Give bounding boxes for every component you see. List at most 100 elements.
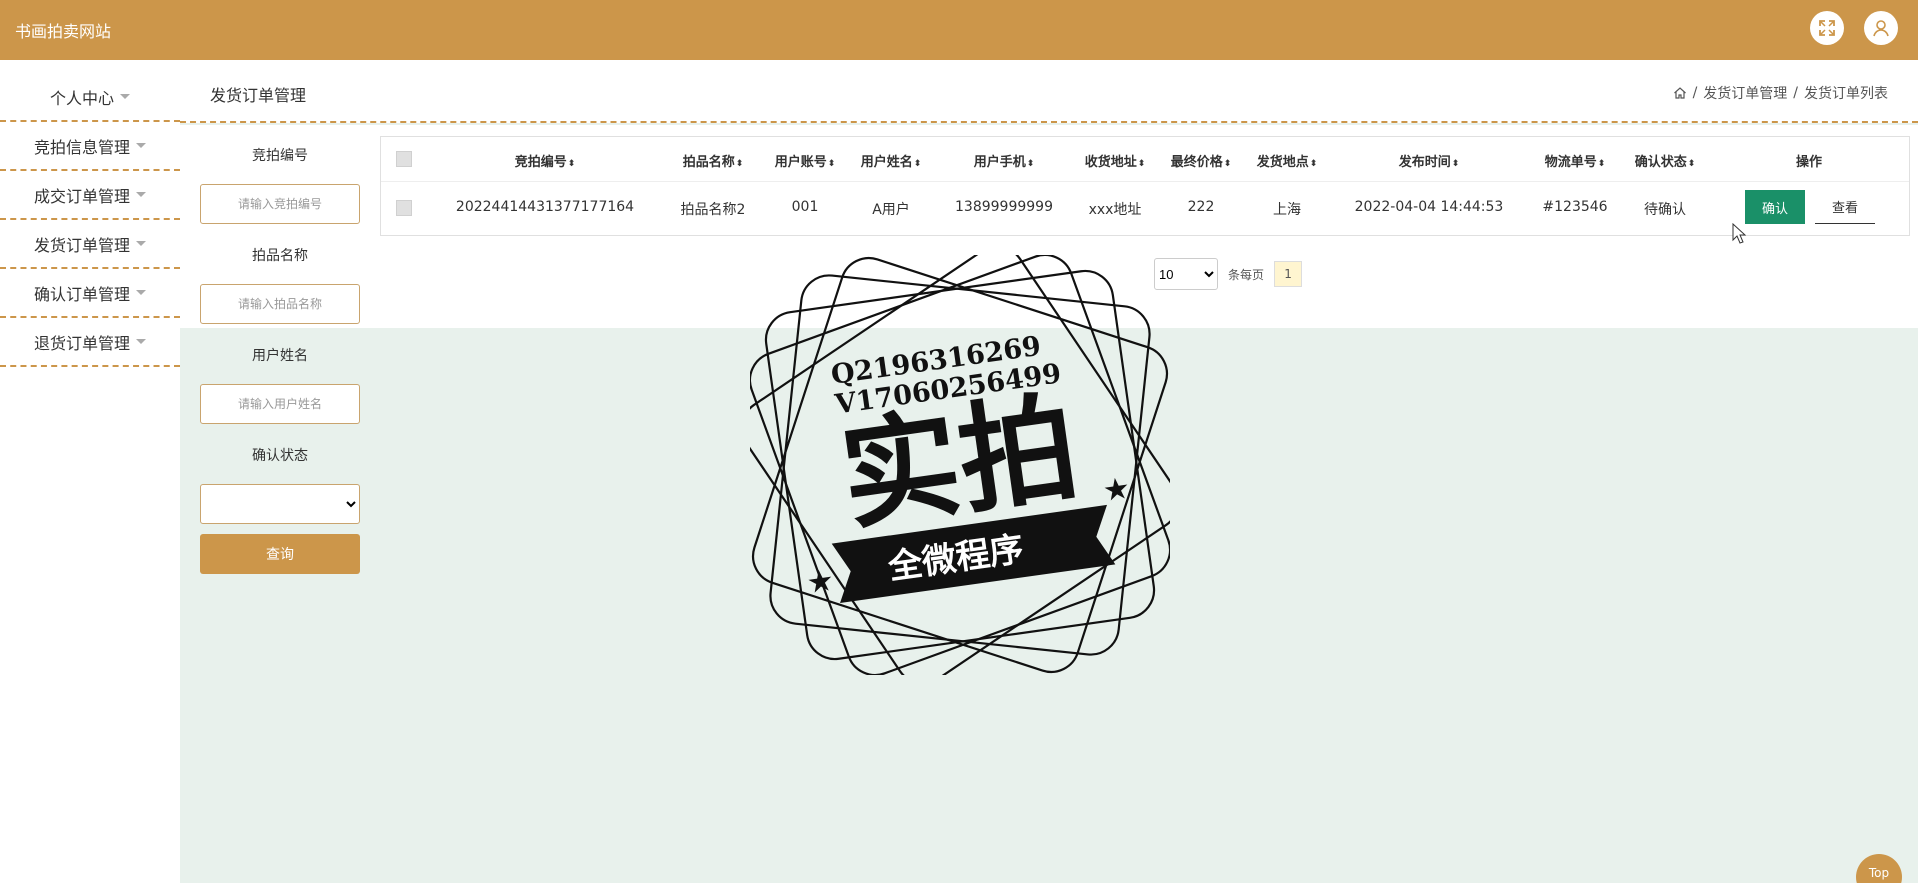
table-cell: 2022-04-04 14:44:53	[1354, 199, 1504, 215]
view-button[interactable]: 查看	[1815, 190, 1875, 224]
row-checkbox[interactable]	[396, 200, 412, 216]
page-header: 发货订单管理 / 发货订单管理 / 发货订单列表	[180, 60, 1918, 123]
sidebar-item-return-orders[interactable]: 退货订单管理	[0, 318, 180, 367]
table-cell: 222	[1187, 199, 1215, 215]
table-cell: A用户	[872, 202, 910, 218]
app-title: 书画拍卖网站	[15, 22, 112, 41]
table-cell: 上海	[1273, 202, 1301, 218]
cursor-icon	[1732, 223, 1746, 244]
sidebar-item-bid-info[interactable]: 竞拍信息管理	[0, 122, 180, 171]
sort-icon[interactable]: ⬍	[914, 159, 922, 169]
column-header[interactable]: 发布时间⬍	[1399, 151, 1460, 170]
user-icon	[1873, 20, 1889, 37]
select-all-checkbox[interactable]	[396, 151, 412, 167]
column-header[interactable]: 发货地点⬍	[1257, 151, 1318, 170]
sidebar-item-personal-center[interactable]: 个人中心	[0, 73, 180, 122]
column-header-label: 竞拍编号	[514, 155, 567, 170]
watermark-stamp-image: Q2196316269 V17060256499 实拍 全微程序 ★ ★	[750, 255, 1170, 675]
breadcrumb-separator: /	[1793, 85, 1798, 101]
column-header[interactable]: 用户账号⬍	[775, 151, 836, 170]
chevron-down-icon	[136, 290, 146, 295]
column-header[interactable]: 竞拍编号⬍	[515, 151, 576, 170]
column-header[interactable]: 物流单号⬍	[1545, 151, 1606, 170]
breadcrumb-item[interactable]: 发货订单管理	[1703, 83, 1787, 103]
fullscreen-icon	[1819, 20, 1835, 36]
table-cell: 20224414431377177164	[455, 199, 635, 215]
page-number-current[interactable]: 1	[1274, 261, 1303, 287]
chevron-down-icon	[136, 339, 146, 344]
breadcrumb-separator: /	[1692, 85, 1698, 101]
sort-icon[interactable]: ⬍	[1224, 159, 1232, 169]
column-header[interactable]: 拍品名称⬍	[683, 151, 744, 170]
search-button[interactable]: 查询	[200, 534, 360, 574]
breadcrumb: / 发货订单管理 / 发货订单列表	[1673, 83, 1888, 103]
sort-icon[interactable]: ⬍	[1598, 159, 1606, 169]
sidebar-item-confirm-orders[interactable]: 确认订单管理	[0, 269, 180, 318]
breadcrumb-item-current: 发货订单列表	[1804, 86, 1888, 102]
chevron-down-icon	[136, 192, 146, 197]
star-icon: ★	[805, 563, 837, 601]
sort-icon[interactable]: ⬍	[1452, 159, 1460, 169]
column-header[interactable]: 收货地址⬍	[1085, 151, 1146, 170]
top-bar: 书画拍卖网站	[0, 0, 1918, 60]
column-header-label: 发布时间	[1398, 155, 1451, 170]
user-avatar-button[interactable]	[1864, 11, 1898, 45]
item-name-input[interactable]	[200, 284, 360, 324]
sidebar: 个人中心 竞拍信息管理 成交订单管理 发货订单管理 确认订单管理 退货订单管理	[0, 60, 180, 883]
user-name-label: 用户姓名	[252, 348, 308, 364]
chevron-down-icon	[120, 94, 130, 99]
confirm-button[interactable]: 确认	[1745, 190, 1805, 224]
column-header-label: 用户手机	[973, 155, 1026, 170]
pagination: 10 条每页 1	[1154, 258, 1303, 290]
back-to-top-button[interactable]: Top	[1856, 854, 1902, 883]
sort-icon[interactable]: ⬍	[1688, 159, 1696, 169]
page-title: 发货订单管理	[210, 86, 307, 105]
column-header-label: 收货地址	[1084, 155, 1137, 170]
table-cell: #123546	[1542, 199, 1608, 215]
sidebar-item-label: 个人中心	[49, 88, 114, 108]
sidebar-item-label: 确认订单管理	[33, 284, 130, 304]
column-header[interactable]: 确认状态⬍	[1635, 151, 1696, 170]
sidebar-item-deal-orders[interactable]: 成交订单管理	[0, 171, 180, 220]
home-icon[interactable]	[1673, 86, 1687, 100]
fullscreen-button[interactable]	[1810, 11, 1844, 45]
sidebar-item-label: 成交订单管理	[33, 186, 130, 206]
sort-icon[interactable]: ⬍	[736, 159, 744, 169]
chevron-down-icon	[136, 143, 146, 148]
bid-no-input[interactable]	[200, 184, 360, 224]
column-header[interactable]: 用户手机⬍	[974, 151, 1035, 170]
item-name-label: 拍品名称	[252, 248, 308, 264]
sidebar-item-label: 退货订单管理	[33, 333, 130, 353]
table-divider	[381, 181, 1909, 182]
sidebar-item-label: 竞拍信息管理	[33, 137, 130, 157]
bid-no-label: 竞拍编号	[252, 148, 308, 164]
table-cell: 13899999999	[955, 199, 1053, 215]
table-cell: 待确认	[1644, 202, 1686, 218]
column-header-label: 确认状态	[1634, 155, 1687, 170]
sidebar-item-shipping-orders[interactable]: 发货订单管理	[0, 220, 180, 269]
table-cell: 拍品名称2	[680, 202, 746, 218]
chevron-down-icon	[136, 241, 146, 246]
sort-icon[interactable]: ⬍	[828, 159, 836, 169]
star-icon: ★	[1101, 471, 1133, 509]
sidebar-item-label: 发货订单管理	[33, 235, 130, 255]
user-name-input[interactable]	[200, 384, 360, 424]
per-page-label: 条每页	[1228, 267, 1265, 282]
sort-icon[interactable]: ⬍	[568, 159, 576, 169]
column-header-label: 发货地点	[1256, 155, 1309, 170]
sort-icon[interactable]: ⬍	[1027, 159, 1035, 169]
table-cell: 001	[791, 199, 819, 215]
column-header-label: 用户姓名	[860, 155, 913, 170]
column-header[interactable]: 用户姓名⬍	[861, 151, 922, 170]
confirm-status-select[interactable]	[200, 484, 360, 524]
column-header-label: 拍品名称	[682, 155, 735, 170]
confirm-status-label: 确认状态	[252, 448, 308, 464]
column-header-label: 最终价格	[1170, 155, 1223, 170]
column-header-actions: 操作	[1795, 155, 1823, 170]
table-cell: xxx地址	[1088, 202, 1142, 218]
column-header[interactable]: 最终价格⬍	[1171, 151, 1232, 170]
sort-icon[interactable]: ⬍	[1138, 159, 1146, 169]
sort-icon[interactable]: ⬍	[1310, 159, 1318, 169]
orders-table: 竞拍编号⬍ 拍品名称⬍ 用户账号⬍ 用户姓名⬍ 用户手机⬍ 收货地址⬍ 最终价格…	[380, 136, 1910, 236]
column-header-label: 用户账号	[774, 155, 827, 170]
